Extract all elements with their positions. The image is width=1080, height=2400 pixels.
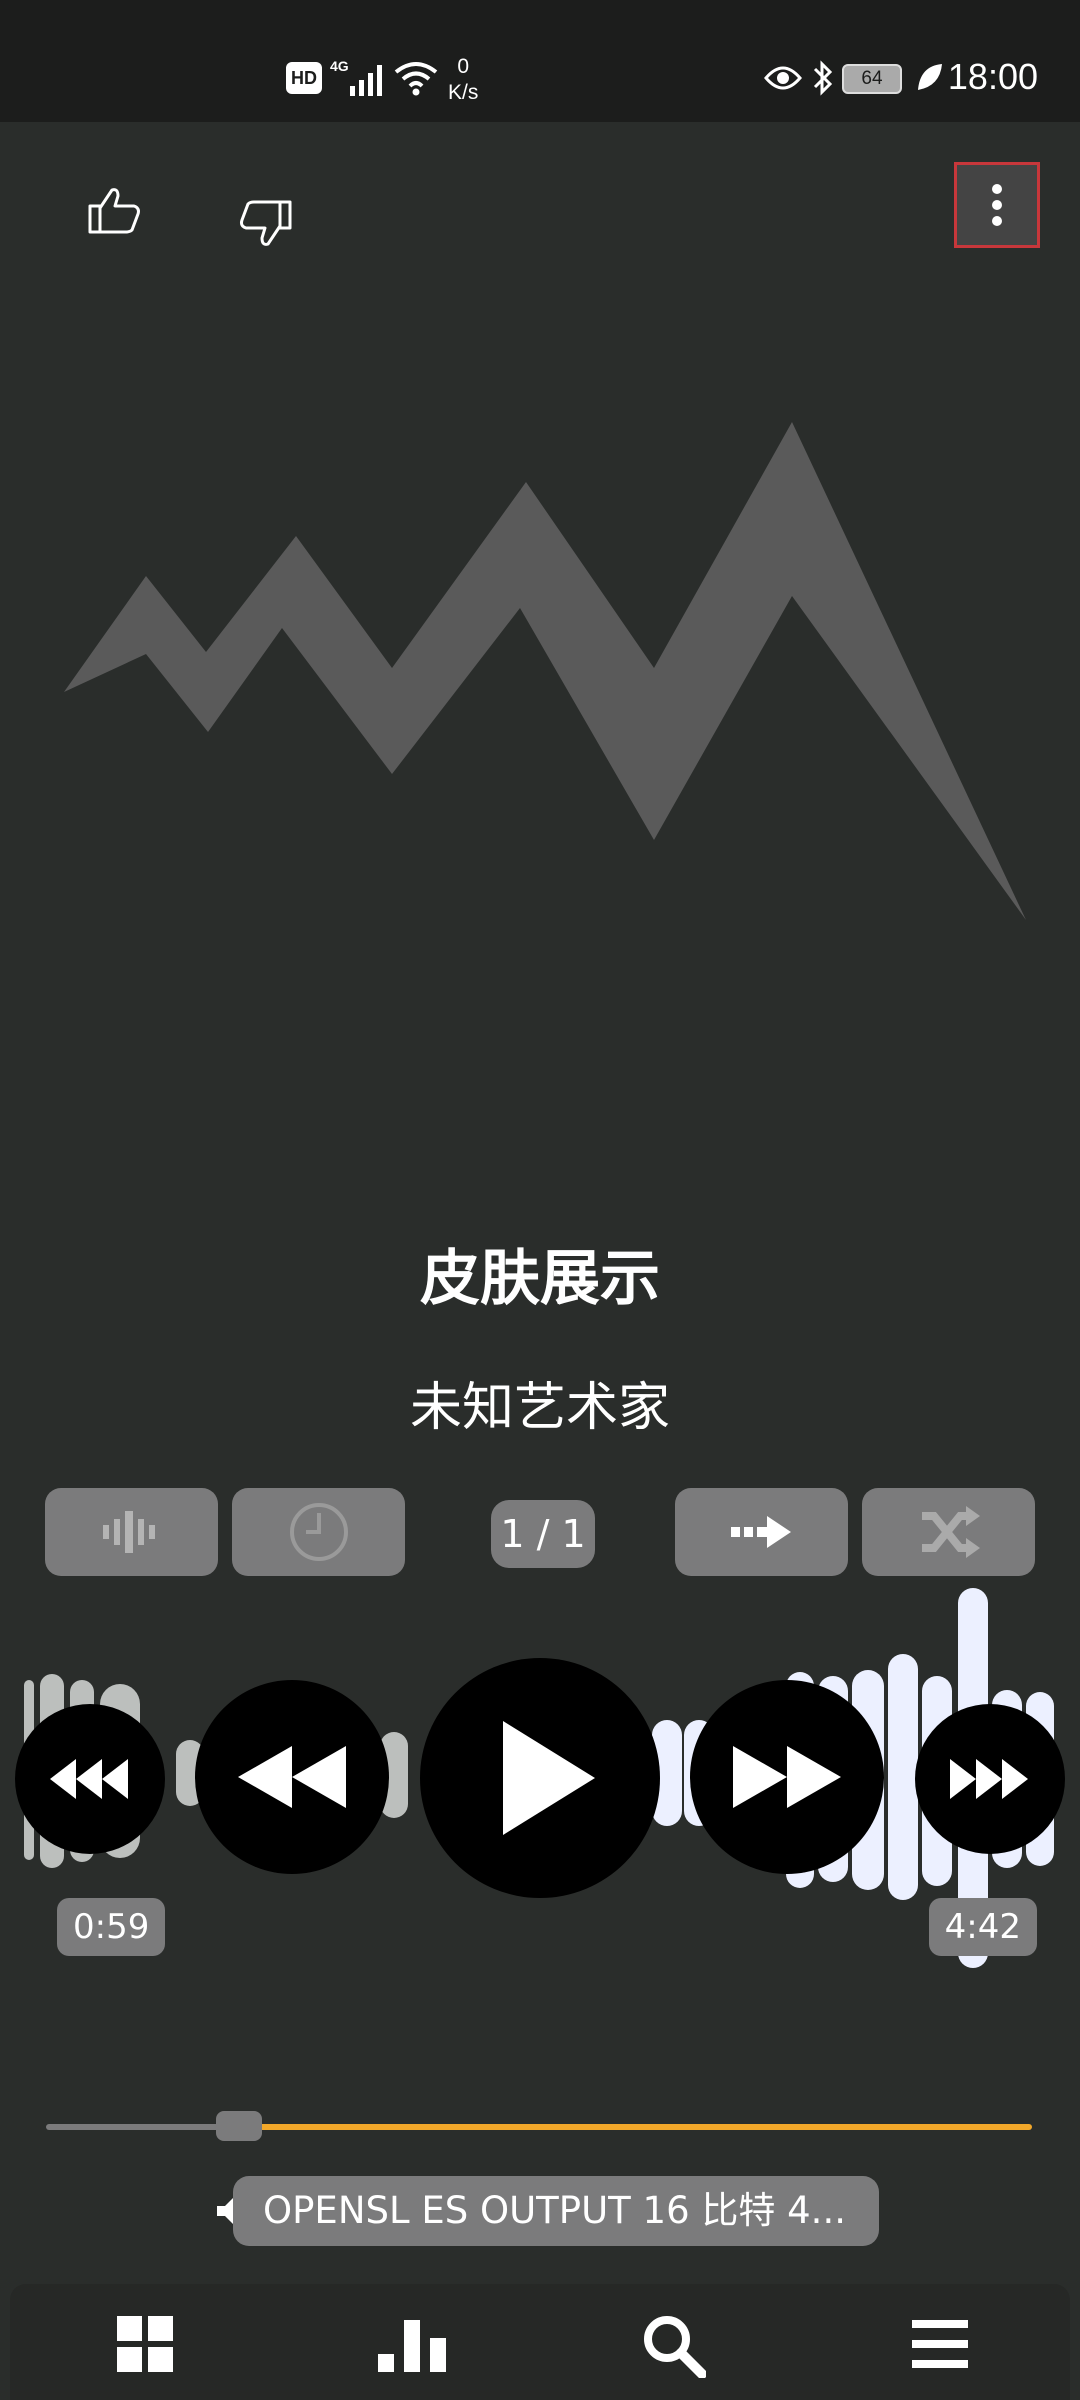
fast-rewind-icon bbox=[50, 1759, 128, 1799]
total-duration: 4:42 bbox=[928, 1898, 1037, 1956]
like-button[interactable] bbox=[82, 178, 146, 242]
fast-forward-icon bbox=[950, 1759, 1028, 1799]
shuffle-icon bbox=[921, 1506, 980, 1558]
bluetooth-icon bbox=[813, 60, 833, 96]
album-art-placeholder bbox=[64, 422, 1026, 920]
play-icon bbox=[503, 1721, 595, 1835]
track-title: 皮肤展示 bbox=[420, 1244, 660, 1314]
speed-unit: K/s bbox=[448, 81, 479, 104]
audio-output-info[interactable]: OPENSL ES OUTPUT 16 比特 4... bbox=[233, 2176, 879, 2246]
visualizer-button[interactable] bbox=[45, 1488, 218, 1576]
more-options-button[interactable] bbox=[954, 162, 1040, 248]
seek-played bbox=[46, 2124, 243, 2130]
track-artist: 未知艺术家 bbox=[409, 1378, 670, 1438]
dislike-button[interactable] bbox=[234, 192, 298, 256]
search-icon bbox=[644, 2316, 707, 2379]
nav-stats[interactable] bbox=[376, 2314, 446, 2374]
network-type-label: 4G bbox=[330, 58, 349, 74]
repeat-icon bbox=[730, 1516, 791, 1548]
bottom-navigation bbox=[10, 2284, 1070, 2400]
queue-position: 1 / 1 bbox=[491, 1500, 595, 1568]
wifi-icon bbox=[394, 62, 438, 96]
speed-value: 0 bbox=[457, 55, 470, 78]
sleep-timer-button[interactable] bbox=[232, 1488, 405, 1576]
hd-badge: HD bbox=[286, 62, 322, 94]
waveform-icon bbox=[102, 1511, 155, 1553]
shuffle-button[interactable] bbox=[862, 1488, 1035, 1576]
next-button[interactable] bbox=[690, 1680, 884, 1874]
status-bar: HD 4G 0 K/s 64 18:00 bbox=[0, 0, 1080, 122]
repeat-mode-button[interactable] bbox=[675, 1488, 848, 1576]
more-vert-icon bbox=[992, 181, 1002, 229]
clock: 18:00 bbox=[947, 56, 1038, 97]
fast-rewind-button[interactable] bbox=[15, 1704, 165, 1854]
menu-icon bbox=[912, 2320, 968, 2368]
seek-bar[interactable] bbox=[46, 2111, 1032, 2141]
rewind-icon bbox=[238, 1746, 346, 1808]
network-speed: 0 K/s bbox=[448, 54, 478, 106]
thumbs-down-icon bbox=[240, 200, 292, 246]
nav-library[interactable] bbox=[115, 2314, 175, 2374]
forward-icon bbox=[733, 1746, 841, 1808]
fast-forward-button[interactable] bbox=[915, 1704, 1065, 1854]
nav-menu[interactable] bbox=[910, 2314, 970, 2374]
play-button[interactable] bbox=[420, 1658, 660, 1898]
power-saving-leaf-icon bbox=[918, 64, 942, 90]
seek-remaining bbox=[243, 2124, 1032, 2130]
bar-chart-icon bbox=[378, 2320, 446, 2372]
grid-icon bbox=[117, 2316, 173, 2372]
eye-icon bbox=[764, 66, 802, 90]
nav-search[interactable] bbox=[642, 2314, 707, 2379]
seek-thumb[interactable] bbox=[216, 2111, 262, 2141]
signal-icon bbox=[350, 65, 382, 96]
sleep-timer-icon bbox=[289, 1503, 348, 1561]
previous-button[interactable] bbox=[195, 1680, 389, 1874]
thumbs-up-icon bbox=[88, 188, 140, 234]
battery-level: 64 bbox=[842, 64, 902, 94]
elapsed-time: 0:59 bbox=[57, 1898, 166, 1956]
